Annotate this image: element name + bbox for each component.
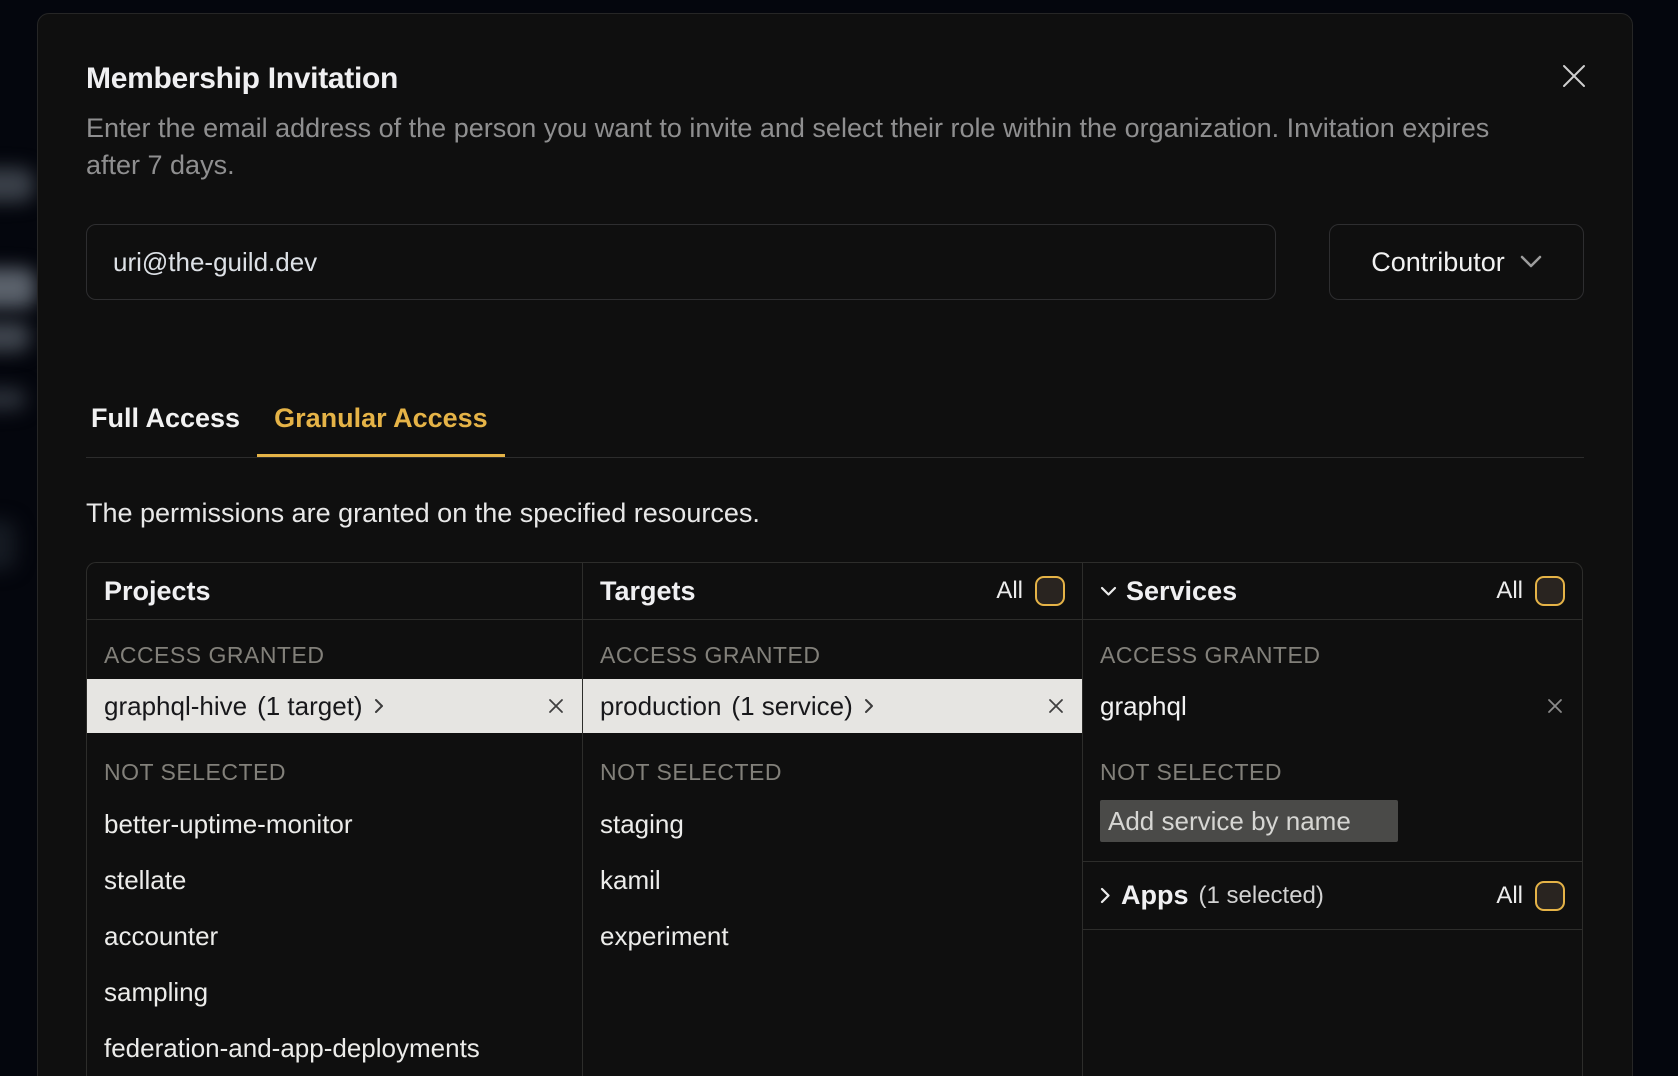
close-button[interactable] — [1556, 58, 1592, 94]
services-header-title: Services — [1126, 576, 1237, 607]
list-item[interactable]: federation-and-app-deployments — [87, 1020, 582, 1076]
email-input[interactable] — [86, 224, 1276, 300]
access-granted-label: ACCESS GRANTED — [1100, 643, 1565, 667]
chevron-down-icon — [1100, 586, 1117, 597]
apps-title: Apps — [1121, 880, 1189, 911]
remove-project-button[interactable] — [547, 697, 565, 715]
remove-icon — [547, 697, 565, 715]
apps-all-checkbox[interactable] — [1535, 881, 1565, 911]
tab-full-access[interactable]: Full Access — [86, 396, 257, 457]
role-select[interactable]: Contributor — [1329, 224, 1584, 300]
services-column-header[interactable]: Services All — [1083, 563, 1582, 620]
membership-invitation-dialog: Membership Invitation Enter the email ad… — [37, 13, 1633, 1076]
chevron-right-icon — [1100, 887, 1111, 904]
granted-project-row[interactable]: graphql-hive (1 target) — [87, 679, 582, 733]
projects-not-selected-list: better-uptime-monitor stellate accounter… — [87, 796, 582, 1076]
background-blur-shape — [0, 520, 16, 570]
not-selected-label: NOT SELECTED — [104, 760, 565, 784]
targets-all-checkbox[interactable] — [1035, 576, 1065, 606]
role-select-value: Contributor — [1371, 247, 1505, 278]
invite-row: Contributor — [86, 224, 1584, 300]
granted-project-count: (1 target) — [257, 691, 363, 722]
services-all-label: All — [1496, 577, 1523, 605]
list-item[interactable]: stellate — [87, 852, 582, 908]
close-icon — [1561, 63, 1587, 89]
list-item[interactable]: better-uptime-monitor — [87, 796, 582, 852]
chevron-down-icon — [1520, 255, 1542, 269]
access-granted-label: ACCESS GRANTED — [104, 643, 565, 667]
granted-project-name: graphql-hive — [104, 691, 247, 722]
dialog-title: Membership Invitation — [86, 60, 1584, 98]
background-blur-shape — [0, 388, 26, 410]
access-tabs: Full Access Granular Access — [86, 396, 1584, 458]
projects-header-title: Projects — [104, 576, 211, 607]
services-content: ACCESS GRANTED graphql NOT SELECTED — [1083, 620, 1582, 862]
services-column: Services All ACCESS GRANTED graphql NOT — [1082, 563, 1582, 1076]
background-blur-shape — [0, 322, 30, 352]
targets-header-title: Targets — [600, 576, 696, 607]
list-item[interactable]: sampling — [87, 964, 582, 1020]
remove-service-button[interactable] — [1545, 696, 1565, 716]
list-item[interactable]: accounter — [87, 908, 582, 964]
services-all-checkbox[interactable] — [1535, 576, 1565, 606]
apps-selected-count: (1 selected) — [1199, 882, 1324, 910]
granted-service-name: graphql — [1100, 691, 1187, 722]
granted-target-count: (1 service) — [731, 691, 852, 722]
apps-section-row[interactable]: Apps (1 selected) All — [1083, 862, 1582, 930]
granted-service-row[interactable]: graphql — [1083, 679, 1582, 733]
not-selected-label: NOT SELECTED — [600, 760, 1065, 784]
dialog-description: Enter the email address of the person yo… — [86, 110, 1506, 184]
projects-column: Projects ACCESS GRANTED graphql-hive (1 … — [87, 563, 582, 1076]
background-blur-shape — [0, 268, 36, 308]
tab-granular-access[interactable]: Granular Access — [257, 396, 505, 457]
chevron-right-icon — [373, 697, 385, 715]
apps-all-label: All — [1496, 882, 1523, 910]
not-selected-label: NOT SELECTED — [1100, 760, 1565, 784]
list-item[interactable]: staging — [583, 796, 1082, 852]
granted-target-name: production — [600, 691, 721, 722]
targets-not-selected-list: staging kamil experiment — [583, 796, 1082, 964]
remove-target-button[interactable] — [1047, 697, 1065, 715]
targets-all-label: All — [996, 577, 1023, 605]
background-blur-shape — [0, 168, 34, 202]
granted-target-row[interactable]: production (1 service) — [583, 679, 1082, 733]
add-service-input[interactable] — [1100, 800, 1398, 842]
remove-icon — [1545, 696, 1565, 716]
access-granted-label: ACCESS GRANTED — [600, 643, 1065, 667]
list-item[interactable]: kamil — [583, 852, 1082, 908]
projects-column-header: Projects — [87, 563, 582, 620]
permissions-note: The permissions are granted on the speci… — [86, 494, 1584, 532]
resources-table: Projects ACCESS GRANTED graphql-hive (1 … — [86, 562, 1583, 1076]
targets-column: Targets All ACCESS GRANTED production (1… — [582, 563, 1082, 1076]
list-item[interactable]: experiment — [583, 908, 1082, 964]
remove-icon — [1047, 697, 1065, 715]
targets-column-header: Targets All — [583, 563, 1082, 620]
chevron-right-icon — [863, 697, 875, 715]
